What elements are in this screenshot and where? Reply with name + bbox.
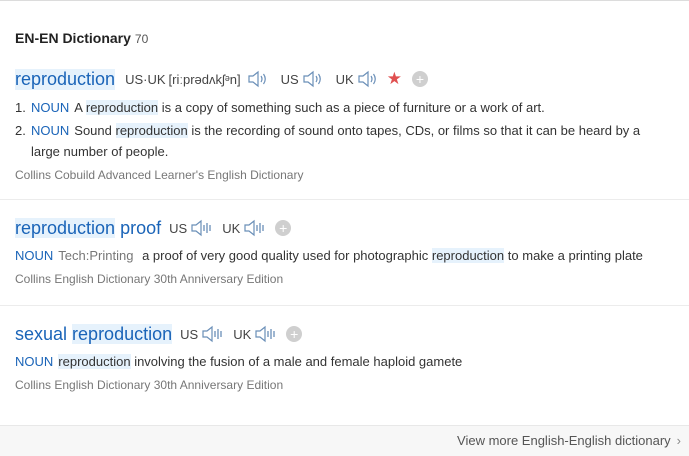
sense-1: NOUN reproduction involving the fusion of… (15, 351, 689, 372)
sense-1: NOUN Tech:Printing a proof of very good q… (15, 245, 689, 266)
entry-reproduction: reproduction US·UK [riːprədʌkʃᵊn] US UK … (15, 66, 689, 182)
speaker-icon-uk[interactable] (357, 69, 379, 89)
star-icon[interactable]: ★ (387, 69, 402, 89)
headword[interactable]: reproduction proof (15, 217, 162, 239)
headword[interactable]: sexual reproduction (15, 323, 173, 345)
us-label: US (169, 220, 188, 236)
top-divider (0, 0, 689, 1)
sense-highlight: reproduction (115, 123, 188, 138)
sense-highlight: reproduction (58, 354, 131, 369)
domain-label: Tech:Printing (58, 248, 134, 263)
headword[interactable]: reproduction (15, 68, 116, 90)
divider (0, 199, 689, 200)
sense-text: involving the fusion of a male and femal… (134, 354, 463, 369)
speaker-icon[interactable] (247, 69, 269, 89)
divider (0, 305, 689, 306)
headword-pre: sexual (15, 323, 68, 344)
sense-text: large number of people. (31, 144, 169, 159)
headword-highlight: reproduction (15, 217, 116, 238)
source-label: Collins English Dictionary 30th Annivers… (15, 378, 284, 392)
speaker-icon-us[interactable] (302, 69, 324, 89)
section-header: EN-EN Dictionary 70 (15, 30, 148, 46)
sense-text: Sound (74, 123, 112, 138)
pronunciation: US UK + (180, 324, 303, 344)
sense-2: 2. NOUN Sound reproduction is the recordi… (15, 120, 689, 162)
view-more-label: View more English-English dictionary (457, 433, 671, 448)
add-icon[interactable]: + (286, 326, 303, 342)
pos-label: NOUN (15, 248, 54, 263)
sense-text: to make a printing plate (507, 248, 643, 263)
headword-highlight: reproduction (72, 323, 173, 344)
pos-label: NOUN (31, 123, 70, 138)
section-title: EN-EN Dictionary (15, 30, 131, 46)
source-label: Collins English Dictionary 30th Annivers… (15, 272, 284, 286)
us-label: US (180, 326, 199, 342)
source-label: Collins Cobuild Advanced Learner's Engli… (15, 168, 304, 182)
entry-reproduction-proof: reproduction proof US UK + NOUN Tech:Prin… (15, 215, 689, 286)
sense-1: 1. NOUN A reproduction is a copy of somet… (15, 97, 689, 118)
sense-number: 1. (15, 100, 26, 115)
uk-label: UK (233, 326, 252, 342)
sense-text: is the recording of sound onto tapes, CD… (191, 123, 641, 138)
pronunciation: US·UK [riːprədʌkʃᵊn] US UK ★ + (125, 69, 428, 89)
section-count: 70 (134, 32, 149, 46)
sense-text: A (74, 100, 83, 115)
speaker-icon-uk[interactable] (243, 218, 265, 238)
pos-label: NOUN (31, 100, 70, 115)
sense-text: is a copy of something such as a piece o… (161, 100, 545, 115)
headword-rest: proof (120, 217, 162, 238)
sense-text: a proof of very good quality used for ph… (142, 248, 429, 263)
sense-highlight: reproduction (431, 248, 505, 263)
speaker-icon-us[interactable] (190, 218, 212, 238)
pronunciation: US UK + (169, 218, 292, 238)
usuk-label: US·UK (125, 71, 166, 87)
uk-label: UK (222, 220, 241, 236)
sense-highlight: reproduction (85, 100, 159, 115)
speaker-icon-us[interactable] (201, 324, 223, 344)
add-icon[interactable]: + (275, 220, 292, 236)
footer-bar: View more English-English dictionary › (0, 425, 689, 456)
us-label: US (280, 71, 299, 87)
sense-number: 2. (15, 123, 26, 138)
chevron-right-icon: › (676, 433, 681, 448)
uk-label: UK (335, 71, 354, 87)
add-icon[interactable]: + (411, 71, 428, 87)
ipa-text: [riːprədʌkʃᵊn] (168, 71, 241, 87)
entry-sexual-reproduction: sexual reproduction US UK + NOUN reproduc… (15, 321, 689, 392)
pos-label: NOUN (15, 354, 54, 369)
view-more-link[interactable]: View more English-English dictionary › (457, 433, 681, 448)
speaker-icon-uk[interactable] (254, 324, 276, 344)
